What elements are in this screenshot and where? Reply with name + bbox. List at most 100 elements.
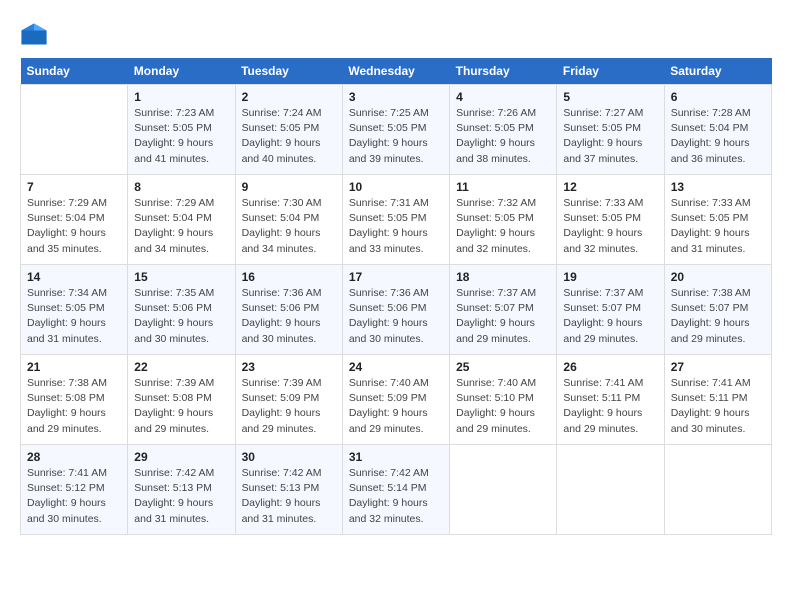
day-number: 12 [563,180,657,194]
day-cell: 8 Sunrise: 7:29 AM Sunset: 5:04 PM Daylig… [128,175,235,265]
day-number: 10 [349,180,443,194]
header-cell-monday: Monday [128,58,235,85]
day-info: Sunrise: 7:36 AM Sunset: 5:06 PM Dayligh… [242,286,336,347]
header-cell-thursday: Thursday [450,58,557,85]
day-info: Sunrise: 7:23 AM Sunset: 5:05 PM Dayligh… [134,106,228,167]
day-cell: 20 Sunrise: 7:38 AM Sunset: 5:07 PM Dayli… [664,265,771,355]
header-cell-wednesday: Wednesday [342,58,449,85]
day-cell: 11 Sunrise: 7:32 AM Sunset: 5:05 PM Dayli… [450,175,557,265]
day-cell: 30 Sunrise: 7:42 AM Sunset: 5:13 PM Dayli… [235,445,342,535]
header-cell-sunday: Sunday [21,58,128,85]
day-number: 31 [349,450,443,464]
day-info: Sunrise: 7:30 AM Sunset: 5:04 PM Dayligh… [242,196,336,257]
header-cell-friday: Friday [557,58,664,85]
day-info: Sunrise: 7:41 AM Sunset: 5:11 PM Dayligh… [563,376,657,437]
day-info: Sunrise: 7:37 AM Sunset: 5:07 PM Dayligh… [563,286,657,347]
day-number: 9 [242,180,336,194]
day-number: 26 [563,360,657,374]
day-info: Sunrise: 7:34 AM Sunset: 5:05 PM Dayligh… [27,286,121,347]
page-header [20,20,772,48]
day-info: Sunrise: 7:38 AM Sunset: 5:08 PM Dayligh… [27,376,121,437]
day-info: Sunrise: 7:29 AM Sunset: 5:04 PM Dayligh… [27,196,121,257]
day-cell [450,445,557,535]
day-number: 21 [27,360,121,374]
day-number: 18 [456,270,550,284]
day-info: Sunrise: 7:39 AM Sunset: 5:08 PM Dayligh… [134,376,228,437]
day-number: 24 [349,360,443,374]
day-number: 22 [134,360,228,374]
day-info: Sunrise: 7:41 AM Sunset: 5:12 PM Dayligh… [27,466,121,527]
day-number: 5 [563,90,657,104]
day-number: 20 [671,270,765,284]
day-info: Sunrise: 7:42 AM Sunset: 5:14 PM Dayligh… [349,466,443,527]
day-number: 19 [563,270,657,284]
day-number: 3 [349,90,443,104]
day-info: Sunrise: 7:31 AM Sunset: 5:05 PM Dayligh… [349,196,443,257]
day-info: Sunrise: 7:29 AM Sunset: 5:04 PM Dayligh… [134,196,228,257]
day-info: Sunrise: 7:27 AM Sunset: 5:05 PM Dayligh… [563,106,657,167]
logo [20,20,52,48]
day-cell: 16 Sunrise: 7:36 AM Sunset: 5:06 PM Dayli… [235,265,342,355]
day-cell: 10 Sunrise: 7:31 AM Sunset: 5:05 PM Dayli… [342,175,449,265]
day-number: 23 [242,360,336,374]
day-number: 25 [456,360,550,374]
day-cell: 24 Sunrise: 7:40 AM Sunset: 5:09 PM Dayli… [342,355,449,445]
day-number: 11 [456,180,550,194]
day-number: 30 [242,450,336,464]
week-row-3: 14Sunrise: 7:34 AM Sunset: 5:05 PM Dayli… [21,265,772,355]
day-cell: 9 Sunrise: 7:30 AM Sunset: 5:04 PM Daylig… [235,175,342,265]
day-cell: 5 Sunrise: 7:27 AM Sunset: 5:05 PM Daylig… [557,85,664,175]
day-cell [557,445,664,535]
day-cell: 28 Sunrise: 7:41 AM Sunset: 5:12 PM Dayli… [21,445,128,535]
day-info: Sunrise: 7:36 AM Sunset: 5:06 PM Dayligh… [349,286,443,347]
day-cell: 31 Sunrise: 7:42 AM Sunset: 5:14 PM Dayli… [342,445,449,535]
day-cell: 18 Sunrise: 7:37 AM Sunset: 5:07 PM Dayli… [450,265,557,355]
day-cell: 23 Sunrise: 7:39 AM Sunset: 5:09 PM Dayli… [235,355,342,445]
day-number: 13 [671,180,765,194]
week-row-4: 21 Sunrise: 7:38 AM Sunset: 5:08 PM Dayli… [21,355,772,445]
day-info: Sunrise: 7:42 AM Sunset: 5:13 PM Dayligh… [242,466,336,527]
day-cell: 15 Sunrise: 7:35 AM Sunset: 5:06 PM Dayli… [128,265,235,355]
day-info: Sunrise: 7:33 AM Sunset: 5:05 PM Dayligh… [671,196,765,257]
day-info: Sunrise: 7:35 AM Sunset: 5:06 PM Dayligh… [134,286,228,347]
day-number: 8 [134,180,228,194]
day-info: Sunrise: 7:39 AM Sunset: 5:09 PM Dayligh… [242,376,336,437]
day-info: Sunrise: 7:42 AM Sunset: 5:13 PM Dayligh… [134,466,228,527]
day-cell: 3 Sunrise: 7:25 AM Sunset: 5:05 PM Daylig… [342,85,449,175]
day-info: Sunrise: 7:40 AM Sunset: 5:10 PM Dayligh… [456,376,550,437]
day-cell: 13 Sunrise: 7:33 AM Sunset: 5:05 PM Dayli… [664,175,771,265]
day-number: 17 [349,270,443,284]
day-cell: 19 Sunrise: 7:37 AM Sunset: 5:07 PM Dayli… [557,265,664,355]
day-cell: 29 Sunrise: 7:42 AM Sunset: 5:13 PM Dayli… [128,445,235,535]
day-info: Sunrise: 7:33 AM Sunset: 5:05 PM Dayligh… [563,196,657,257]
day-info: Sunrise: 7:28 AM Sunset: 5:04 PM Dayligh… [671,106,765,167]
day-info: Sunrise: 7:25 AM Sunset: 5:05 PM Dayligh… [349,106,443,167]
day-cell [664,445,771,535]
day-info: Sunrise: 7:24 AM Sunset: 5:05 PM Dayligh… [242,106,336,167]
day-number: 4 [456,90,550,104]
day-info: Sunrise: 7:38 AM Sunset: 5:07 PM Dayligh… [671,286,765,347]
week-row-1: 1Sunrise: 7:23 AM Sunset: 5:05 PM Daylig… [21,85,772,175]
calendar-header: SundayMondayTuesdayWednesdayThursdayFrid… [21,58,772,85]
day-number: 29 [134,450,228,464]
day-number: 16 [242,270,336,284]
week-row-2: 7 Sunrise: 7:29 AM Sunset: 5:04 PM Daylig… [21,175,772,265]
day-info: Sunrise: 7:26 AM Sunset: 5:05 PM Dayligh… [456,106,550,167]
day-info: Sunrise: 7:37 AM Sunset: 5:07 PM Dayligh… [456,286,550,347]
day-cell: 2 Sunrise: 7:24 AM Sunset: 5:05 PM Daylig… [235,85,342,175]
day-number: 15 [134,270,228,284]
day-number: 2 [242,90,336,104]
calendar-table: SundayMondayTuesdayWednesdayThursdayFrid… [20,58,772,535]
header-row: SundayMondayTuesdayWednesdayThursdayFrid… [21,58,772,85]
day-info: Sunrise: 7:32 AM Sunset: 5:05 PM Dayligh… [456,196,550,257]
day-cell: 12 Sunrise: 7:33 AM Sunset: 5:05 PM Dayli… [557,175,664,265]
day-number: 27 [671,360,765,374]
week-row-5: 28 Sunrise: 7:41 AM Sunset: 5:12 PM Dayli… [21,445,772,535]
header-cell-tuesday: Tuesday [235,58,342,85]
day-cell: 25 Sunrise: 7:40 AM Sunset: 5:10 PM Dayli… [450,355,557,445]
day-info: Sunrise: 7:40 AM Sunset: 5:09 PM Dayligh… [349,376,443,437]
day-info: Sunrise: 7:41 AM Sunset: 5:11 PM Dayligh… [671,376,765,437]
day-cell [21,85,128,175]
day-number: 28 [27,450,121,464]
day-number: 7 [27,180,121,194]
